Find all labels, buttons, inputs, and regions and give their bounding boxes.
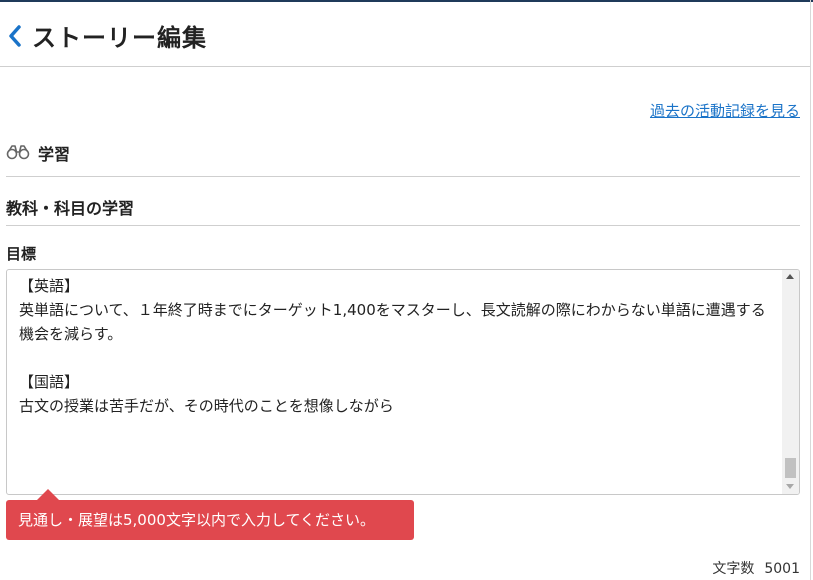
- scroll-down-arrow-icon[interactable]: [786, 484, 794, 489]
- subject-header: 教科・科目の学習: [6, 192, 800, 226]
- right-border: [810, 0, 811, 580]
- section-title: 学習: [38, 145, 71, 164]
- page-title: ストーリー編集: [32, 24, 207, 52]
- goal-label: 目標: [6, 245, 37, 263]
- goal-text[interactable]: 【英語】 英単語について、１年終了時までにターゲット1,400をマスターし、長文…: [19, 274, 779, 418]
- page-header: ストーリー編集: [0, 2, 810, 67]
- error-tooltip-arrow: [37, 489, 59, 500]
- chevron-left-icon: [9, 25, 21, 47]
- section-header: 学習: [6, 138, 800, 177]
- goal-textarea[interactable]: 【英語】 英単語について、１年終了時までにターゲット1,400をマスターし、長文…: [6, 269, 800, 495]
- back-button[interactable]: [6, 24, 24, 48]
- scroll-up-arrow-icon[interactable]: [786, 274, 794, 279]
- error-tooltip: 見通し・展望は5,000文字以内で入力してください。: [6, 500, 414, 540]
- character-count-label: 文字数: [712, 561, 755, 577]
- character-counter: 文字数 5001: [712, 558, 800, 578]
- scrollbar-thumb[interactable]: [785, 458, 796, 478]
- character-count-value: 5001: [764, 561, 800, 577]
- binoculars-icon: [6, 145, 30, 160]
- activity-history-link[interactable]: 過去の活動記録を見る: [650, 100, 800, 121]
- textarea-scrollbar[interactable]: [782, 270, 799, 494]
- subject-title: 教科・科目の学習: [6, 199, 135, 218]
